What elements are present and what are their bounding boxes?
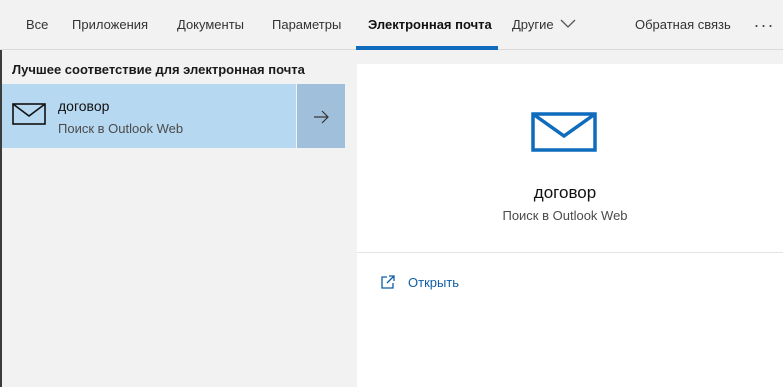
best-match-result[interactable]	[2, 84, 296, 148]
search-tabs: Все Приложения Документы Параметры Элект…	[0, 0, 783, 50]
result-subtitle: Поиск в Outlook Web	[58, 121, 184, 136]
tab-settings[interactable]: Параметры	[272, 0, 341, 50]
tab-other[interactable]: Другие	[512, 0, 576, 50]
more-options-button[interactable]: ···	[752, 0, 776, 50]
chevron-down-icon	[560, 19, 576, 28]
tab-all[interactable]: Все	[26, 0, 48, 50]
result-title: договор	[58, 98, 110, 114]
tab-documents[interactable]: Документы	[177, 0, 244, 50]
open-external-icon	[381, 275, 395, 289]
tab-apps[interactable]: Приложения	[72, 0, 148, 50]
open-action[interactable]: Открыть	[380, 271, 459, 293]
tab-email[interactable]: Электронная почта	[368, 0, 492, 50]
divider	[357, 252, 783, 253]
envelope-icon	[12, 103, 46, 125]
envelope-icon	[531, 112, 597, 152]
open-label: Открыть	[408, 274, 460, 290]
best-match-heading: Лучшее соответствие для электронная почт…	[12, 62, 305, 77]
preview-title: договор	[533, 183, 597, 202]
feedback-link[interactable]: Обратная связь	[635, 0, 731, 50]
preview-subtitle: Поиск в Outlook Web	[502, 208, 628, 223]
active-tab-indicator	[356, 46, 498, 50]
tab-other-label: Другие	[512, 17, 554, 32]
arrow-right-icon	[314, 110, 329, 124]
